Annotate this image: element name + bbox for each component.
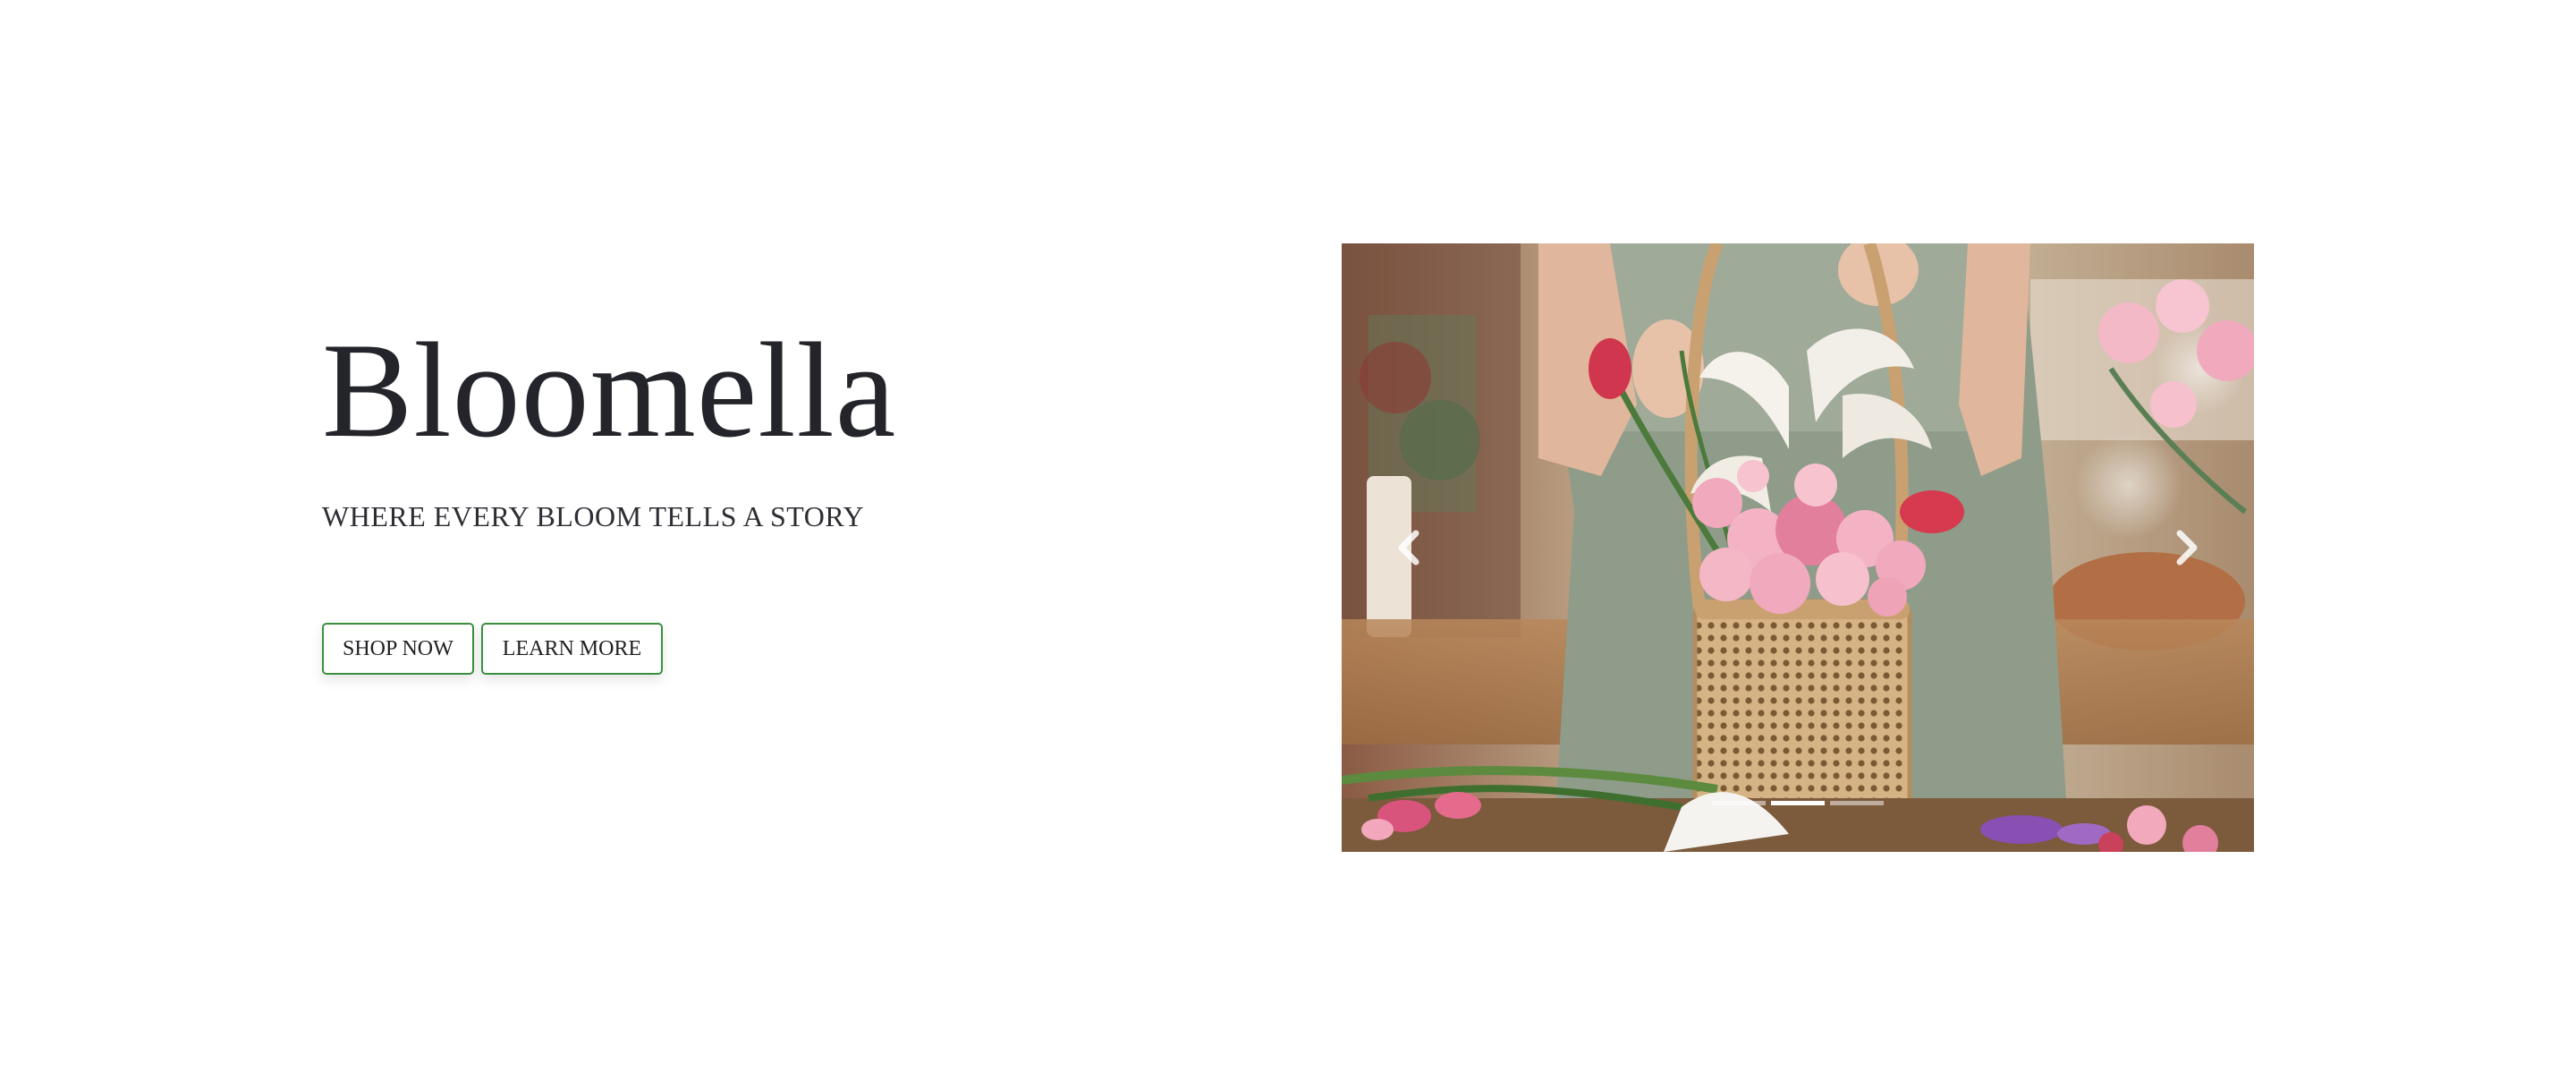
carousel-image [1342, 243, 2254, 852]
shop-now-button[interactable]: SHOP NOW [322, 623, 474, 676]
chevron-left-icon [1398, 530, 1419, 566]
carousel-next-button[interactable] [2156, 516, 2218, 579]
hero-text: Bloomella WHERE EVERY BLOOM TELLS A STOR… [322, 315, 1127, 676]
image-carousel[interactable] [1342, 243, 2254, 852]
learn-more-button[interactable]: LEARN MORE [480, 623, 664, 676]
carousel-indicator[interactable] [1771, 801, 1825, 805]
carousel-indicator[interactable] [1712, 801, 1766, 805]
carousel-prev-button[interactable] [1377, 516, 1440, 579]
brand-title: Bloomella [322, 315, 897, 465]
carousel-indicators [1342, 801, 2254, 805]
chevron-right-icon [2176, 530, 2198, 566]
page: Bloomella WHERE EVERY BLOOM TELLS A STOR… [0, 0, 2576, 1072]
cta-row: SHOP NOW LEARN MORE [322, 623, 1127, 676]
carousel-indicator[interactable] [1830, 801, 1884, 805]
tagline: WHERE EVERY BLOOM TELLS A STORY [322, 500, 865, 532]
